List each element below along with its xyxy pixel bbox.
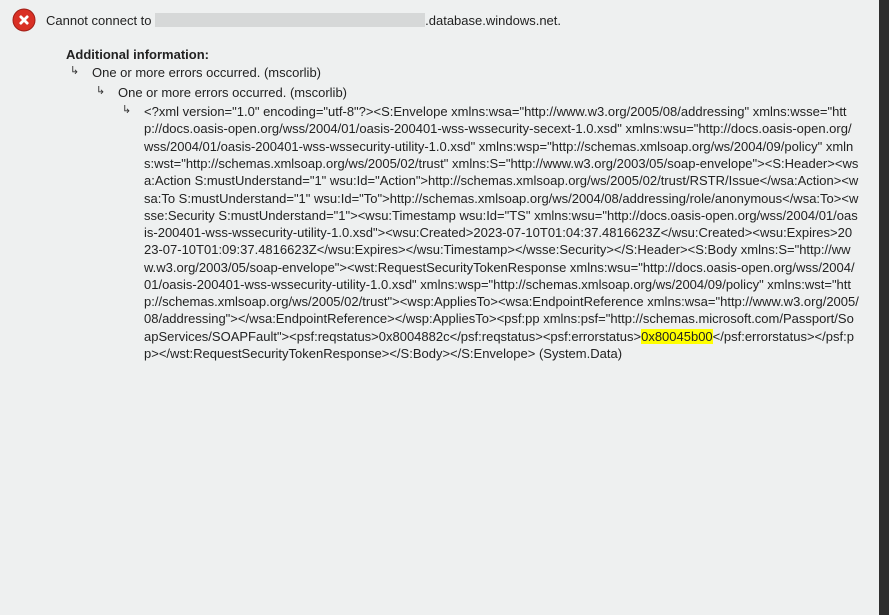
error-node-level-3: ↳ <?xml version="1.0" encoding="utf-8"?>…	[118, 103, 859, 362]
error-xml-detail: <?xml version="1.0" encoding="utf-8"?><S…	[144, 103, 859, 362]
tree-arrow-icon: ↳	[96, 86, 105, 97]
error-code-highlight: 0x80045b00	[641, 329, 713, 344]
error-message: Cannot connect to .database.windows.net.	[46, 4, 859, 30]
error-node-level-1: ↳ One or more errors occurred. (mscorlib…	[66, 64, 859, 362]
window-border-right	[879, 0, 889, 615]
tree-arrow-icon: ↳	[70, 66, 79, 77]
additional-information-heading: Additional information:	[66, 47, 859, 62]
error-message-suffix: .database.windows.net.	[425, 13, 561, 28]
error-icon	[12, 8, 36, 35]
error-node-text: One or more errors occurred. (mscorlib)	[118, 84, 859, 102]
redacted-server-name	[155, 13, 425, 27]
error-xml-pre: <?xml version="1.0" encoding="utf-8"?><S…	[144, 104, 859, 344]
error-message-prefix: Cannot connect to	[46, 13, 155, 28]
tree-arrow-icon: ↳	[122, 105, 131, 116]
error-node-text: One or more errors occurred. (mscorlib)	[92, 64, 859, 82]
error-node-level-2: ↳ One or more errors occurred. (mscorlib…	[92, 84, 859, 363]
